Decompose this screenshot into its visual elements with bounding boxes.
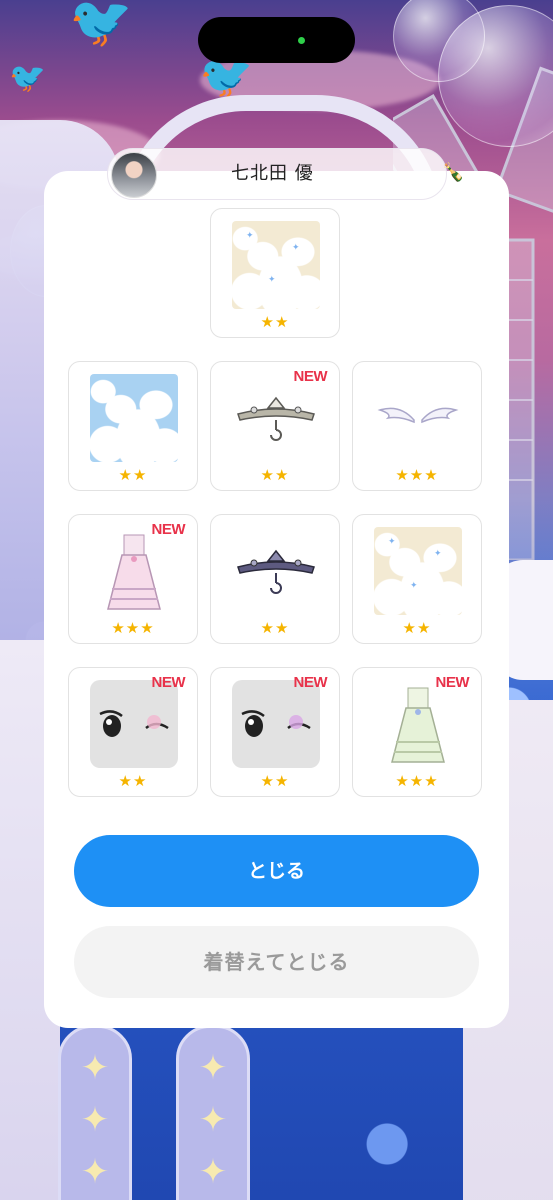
eyes-icon	[90, 680, 178, 768]
rarity-stars: ★★	[260, 772, 290, 790]
blue-cloud-background-icon	[90, 374, 178, 462]
eyes-icon	[232, 680, 320, 768]
rarity-stars: ★★	[260, 313, 290, 331]
tiara-icon	[237, 549, 315, 594]
tiara-icon	[237, 396, 315, 441]
rarity-stars: ★★★	[395, 466, 439, 484]
rarity-stars: ★★★	[111, 619, 155, 637]
item-card[interactable]: ★★★	[352, 361, 482, 491]
crow-icon: 🐦	[6, 56, 51, 99]
mint-dress-icon	[391, 687, 445, 763]
rarity-stars: ★★	[260, 466, 290, 484]
item-card[interactable]: NEW ★★	[210, 361, 340, 491]
item-card[interactable]: NEW ★★	[68, 667, 198, 797]
character-lace-stocking: ✦ ✦ ✦	[176, 1025, 250, 1200]
new-badge: NEW	[293, 368, 328, 385]
close-button[interactable]: とじる	[74, 835, 479, 907]
angel-wings-icon	[377, 407, 459, 424]
rarity-stars: ★★	[118, 772, 148, 790]
camera-indicator	[298, 37, 305, 44]
camera-notch	[198, 17, 355, 63]
item-card[interactable]: NEW ★★	[210, 667, 340, 797]
new-badge: NEW	[293, 674, 328, 691]
avatar[interactable]	[111, 152, 157, 198]
rarity-stars: ★★★	[395, 772, 439, 790]
new-badge: NEW	[435, 674, 470, 691]
item-card[interactable]: ★★	[210, 514, 340, 644]
item-card[interactable]: ✦ ✦ ✦ ★★	[210, 208, 340, 338]
rarity-stars: ★★	[118, 466, 148, 484]
rarity-stars: ★★	[260, 619, 290, 637]
cream-cloud-background-icon: ✦ ✦ ✦	[232, 221, 320, 309]
item-card[interactable]: NEW ★★★	[68, 514, 198, 644]
profile-header: 七北田 優 🍾	[107, 148, 464, 200]
champagne-icon: 🍾	[442, 162, 465, 183]
character-lace-stocking: ✦ ✦ ✦	[58, 1025, 132, 1200]
profile-name: 七北田 優	[231, 163, 314, 184]
pink-dress-icon	[107, 534, 161, 610]
crow-icon: 🐦	[64, 0, 141, 58]
rarity-stars: ★★	[402, 619, 432, 637]
new-badge: NEW	[151, 521, 186, 538]
new-badge: NEW	[151, 674, 186, 691]
item-card[interactable]: NEW ★★★	[352, 667, 482, 797]
cream-cloud-background-icon: ✦ ✦ ✦	[374, 527, 462, 615]
item-card[interactable]: ★★	[68, 361, 198, 491]
change-and-close-button[interactable]: 着替えてとじる	[74, 926, 479, 998]
item-card[interactable]: ✦ ✦ ✦ ★★	[352, 514, 482, 644]
